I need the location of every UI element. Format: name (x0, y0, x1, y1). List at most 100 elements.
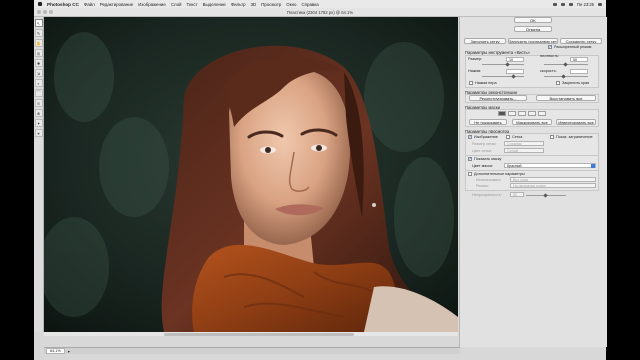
mask-mode-group (498, 111, 546, 116)
bloat-tool-icon[interactable]: ⇲ (34, 69, 43, 77)
liquify-toolbar: ↖ ✎ ✋ ◎ ✸ ⇲ ◐ ⌒ ⊙ ⊗ ✦ ⌖ (34, 17, 44, 332)
thaw-mask-tool-icon[interactable]: ⊙ (34, 99, 43, 107)
opacity-label: Непрозрачность: (472, 193, 502, 197)
mask-invert-icon[interactable] (538, 111, 546, 116)
menu-3d[interactable]: 3D (251, 2, 257, 7)
show-mesh-label: Сетка (512, 135, 523, 139)
mask-subtract-icon[interactable] (518, 111, 526, 116)
rate-field[interactable] (570, 69, 588, 74)
divider (465, 170, 599, 171)
pin-edges-checkbox[interactable] (556, 81, 560, 85)
zoom-dropdown-icon[interactable]: ▾ (68, 349, 70, 354)
advanced-mode-checkbox[interactable] (548, 44, 552, 50)
image-canvas[interactable] (44, 17, 458, 332)
load-mesh-button[interactable]: Загрузить сетку (464, 38, 506, 44)
use-label: Использовать: (476, 178, 502, 182)
clock[interactable]: Пн 23:25 (577, 2, 594, 7)
menu-help[interactable]: Справка (301, 2, 318, 7)
save-mesh-button[interactable]: Сохранить сетку (560, 38, 602, 44)
reconstruct-button[interactable]: Реконструировать... (469, 95, 527, 101)
menu-image[interactable]: Изображение (138, 2, 166, 7)
rate-slider[interactable] (544, 74, 588, 79)
zoom-tool-icon[interactable]: ⌖ (34, 129, 43, 137)
app-menu[interactable]: Photoshop CC (47, 2, 79, 7)
opacity-slider[interactable] (526, 193, 566, 198)
show-backdrop-checkbox[interactable] (550, 135, 554, 139)
push-left-tool-icon[interactable]: ◐ (34, 79, 43, 87)
menu-view[interactable]: Просмотр (261, 2, 281, 7)
brush-size-field[interactable]: 10 (506, 57, 524, 62)
invert-all-button[interactable]: Инвертировать все (556, 119, 596, 125)
mode-select[interactable]: На переднем плане (510, 183, 596, 188)
stylus-pressure-checkbox[interactable] (469, 81, 473, 85)
stylus-pressure-label: Нажим пера (475, 81, 497, 85)
smooth-tool-icon[interactable]: ✋ (34, 39, 43, 47)
show-image-checkbox[interactable] (468, 134, 472, 140)
mesh-color-select[interactable]: Серый (504, 148, 544, 153)
mesh-color-label: Цвет сетки: (472, 149, 493, 153)
menu-type[interactable]: Текст (187, 2, 198, 7)
zoom-field[interactable]: 64,1% (46, 348, 65, 354)
density-field[interactable]: 50 (570, 57, 588, 62)
forward-warp-tool-icon[interactable]: ↖ (34, 19, 43, 27)
mask-color-label: Цвет маски: (472, 164, 494, 168)
rate-label: скорость: (540, 69, 557, 73)
backdrop-options-label: Дополнительные параметры (474, 172, 525, 176)
use-select[interactable]: Все слои (510, 177, 596, 182)
show-backdrop-label: Показ. заграничение (556, 135, 593, 139)
search-icon[interactable] (598, 2, 602, 6)
mask-none-button[interactable]: Не показывать (469, 119, 507, 125)
menu-select[interactable]: Выделение (203, 2, 226, 7)
dropdown-arrow-icon (591, 164, 595, 168)
density-slider[interactable] (544, 62, 588, 67)
menu-file[interactable]: Файл (84, 2, 95, 7)
show-mask-label: Показать маску (474, 157, 502, 161)
opacity-field[interactable]: 50 (510, 192, 524, 197)
divider (465, 155, 599, 156)
mesh-size-select[interactable]: Средняя (504, 141, 544, 146)
restore-all-button[interactable]: Восстановить все (536, 95, 596, 101)
brush-size-slider[interactable] (482, 62, 524, 67)
mask-intersect-icon[interactable] (528, 111, 536, 116)
mask-replace-icon[interactable] (498, 111, 506, 116)
pressure-slider[interactable] (482, 74, 524, 79)
freeze-mask-tool-icon[interactable]: ⌒ (34, 89, 43, 97)
ok-button[interactable]: OK (514, 17, 552, 23)
density-label: плотность: (540, 54, 559, 58)
document-titlebar: Пластика (2304 1782 px) @ 64.1% (34, 8, 606, 17)
pin-edges-label: Закрепить края (562, 81, 590, 85)
opacity-knob[interactable] (543, 193, 548, 198)
show-backdrop-options-checkbox[interactable] (468, 172, 472, 176)
pressure-field[interactable] (506, 69, 524, 74)
brush-size-label: Размер: (468, 57, 483, 61)
hand-tool-icon[interactable]: ✦ (34, 119, 43, 127)
mask-color-select[interactable]: Красный (504, 163, 596, 168)
menu-window[interactable]: Окно (286, 2, 296, 7)
show-mesh-checkbox[interactable] (506, 135, 510, 139)
mask-all-button[interactable]: Маскировать все (512, 119, 552, 125)
status-bar: 64,1% ▾ (44, 347, 460, 354)
mask-add-icon[interactable] (508, 111, 516, 116)
mode-label: Режим: (476, 184, 489, 188)
pucker-tool-icon[interactable]: ✸ (34, 59, 43, 67)
wifi-icon[interactable] (561, 2, 566, 6)
advanced-mode-label: Расширенный режим (554, 45, 592, 49)
pressure-label: Нажим: (468, 69, 482, 73)
battery-icon[interactable] (569, 2, 574, 6)
show-image-label: Изображение (474, 135, 498, 139)
apple-menu-icon[interactable] (38, 2, 42, 6)
window-title: Пластика (2304 1782 px) @ 64.1% (286, 9, 354, 15)
reconstruct-tool-icon[interactable]: ✎ (34, 29, 43, 37)
portrait-photo (44, 17, 458, 332)
status-icon[interactable] (553, 2, 558, 6)
menu-filter[interactable]: Фильтр (231, 2, 246, 7)
face-tool-icon[interactable]: ⊗ (34, 109, 43, 117)
mesh-size-label: Размер сетки: (472, 142, 497, 146)
menu-layer[interactable]: Слой (171, 2, 182, 7)
cancel-button[interactable]: Отмена (514, 26, 552, 32)
menu-edit[interactable]: Редактирование (100, 2, 133, 7)
scroll-thumb[interactable] (164, 332, 354, 336)
twirl-tool-icon[interactable]: ◎ (34, 49, 43, 57)
horizontal-scrollbar[interactable] (44, 332, 458, 336)
show-mask-checkbox[interactable] (468, 156, 472, 162)
